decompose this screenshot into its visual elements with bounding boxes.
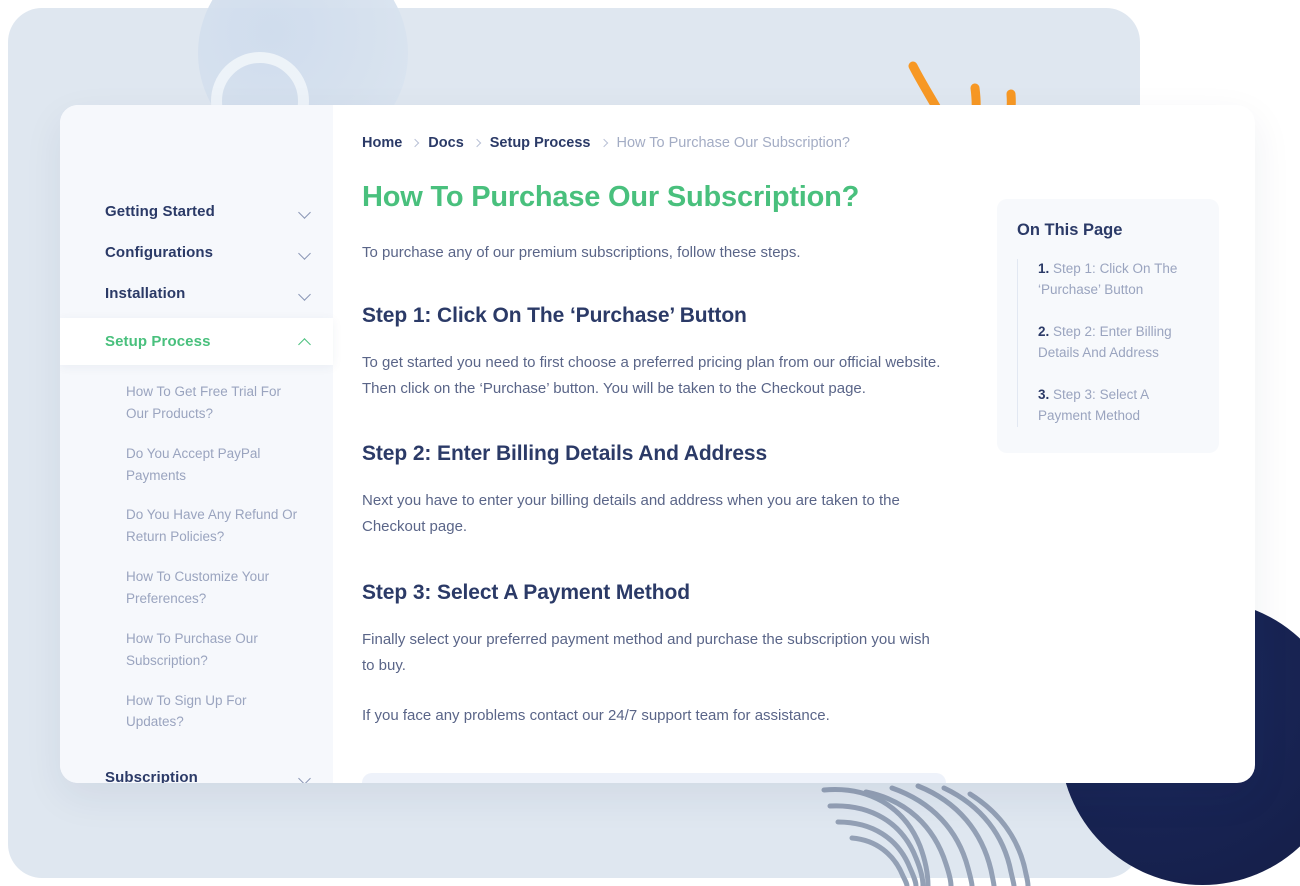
sidebar-subitem-refund[interactable]: Do You Have Any Refund Or Return Policie… (60, 504, 333, 566)
sidebar-item-label: Getting Started (105, 203, 215, 220)
section-heading-step-2: Step 2: Enter Billing Details And Addres… (362, 442, 768, 466)
sidebar-item-label: Setup Process (105, 333, 211, 350)
chevron-down-icon (299, 247, 311, 259)
chevron-down-icon (299, 288, 311, 300)
toc-item-step-3[interactable]: 3. Step 3: Select A Payment Method (1038, 385, 1199, 427)
chevron-right-icon (472, 138, 482, 148)
sidebar-subitem-purchase[interactable]: How To Purchase Our Subscription? (60, 628, 333, 690)
sidebar-item-label: Installation (105, 285, 186, 302)
section-body-step-2: Next you have to enter your billing deta… (362, 492, 900, 536)
breadcrumb-item-setup-process[interactable]: Setup Process (490, 135, 591, 151)
toc-item-label: Step 3: Select A Payment Method (1038, 386, 1149, 423)
toc-column: On This Page 1. Step 1: Click On The ‘Pu… (983, 105, 1255, 783)
breadcrumb-item-home[interactable]: Home (362, 135, 402, 151)
toc-item-step-1[interactable]: 1. Step 1: Click On The ‘Purchase’ Butto… (1038, 259, 1199, 301)
screenshot-root: Getting Started Configurations Installat… (0, 0, 1300, 886)
section-body-step-3: Finally select your preferred payment me… (362, 630, 930, 674)
sidebar-item-setup-process[interactable]: Setup Process (60, 318, 333, 365)
toc-item-number: 1. (1038, 261, 1050, 276)
sidebar-subitem-free-trial[interactable]: How To Get Free Trial For Our Products? (60, 381, 333, 443)
breadcrumb-item-current: How To Purchase Our Subscription? (616, 135, 850, 151)
sidebar-subitem-paypal[interactable]: Do You Accept PayPal Payments (60, 443, 333, 505)
chevron-down-icon (299, 206, 311, 218)
toc-item-step-2[interactable]: 2. Step 2: Enter Billing Details And Add… (1038, 322, 1199, 364)
section-heading-step-1: Step 1: Click On The ‘Purchase’ Button (362, 303, 747, 327)
toc-item-number: 2. (1038, 323, 1050, 339)
article-closing: If you face any problems contact our 24/… (362, 706, 830, 724)
chevron-right-icon (599, 138, 608, 148)
sidebar-item-subscription[interactable]: Subscription (60, 757, 333, 783)
sidebar-item-label: Configurations (105, 244, 214, 261)
on-this-page-panel: On This Page 1. Step 1: Click On The ‘Pu… (997, 199, 1219, 453)
sidebar-subitem-preferences[interactable]: How To Customize Your Preferences? (60, 566, 333, 628)
decorative-fingerprint-pattern (808, 772, 1033, 886)
sidebar-item-configurations[interactable]: Configurations (60, 232, 333, 273)
sidebar-item-installation[interactable]: Installation (60, 273, 333, 314)
toc-item-label: Step 2: Enter Billing Details And Addres… (1038, 323, 1172, 360)
feedback-bar: Is this article helpful? What are your F… (362, 773, 946, 783)
docs-card: Getting Started Configurations Installat… (60, 105, 1255, 783)
toc-list: 1. Step 1: Click On The ‘Purchase’ Butto… (1017, 259, 1199, 427)
chevron-up-icon (299, 336, 311, 348)
sidebar-sublist-setup-process: How To Get Free Trial For Our Products? … (60, 367, 333, 757)
section-heading-step-3: Step 3: Select A Payment Method (362, 580, 690, 604)
toc-item-number: 3. (1038, 386, 1050, 402)
page-title: How To Purchase Our Subscription? (362, 181, 860, 213)
sidebar-nav: Getting Started Configurations Installat… (60, 105, 333, 783)
sidebar-item-label: Subscription (105, 769, 198, 783)
article-intro: To purchase any of our premium subscript… (362, 244, 801, 261)
toc-title: On This Page (1017, 221, 1123, 239)
toc-item-label: Step 1: Click On The ‘Purchase’ Button (1038, 261, 1178, 297)
chevron-down-icon (299, 772, 311, 783)
sidebar-subitem-updates[interactable]: How To Sign Up For Updates? (60, 690, 333, 752)
breadcrumb: Home Docs Setup Process How To Purchase … (362, 135, 983, 151)
sidebar-item-getting-started[interactable]: Getting Started (60, 191, 333, 232)
section-body-step-1: To get started you need to first choose … (362, 353, 941, 397)
article-content: Home Docs Setup Process How To Purchase … (333, 105, 983, 783)
breadcrumb-item-docs[interactable]: Docs (428, 135, 463, 151)
chevron-right-icon (411, 138, 420, 148)
